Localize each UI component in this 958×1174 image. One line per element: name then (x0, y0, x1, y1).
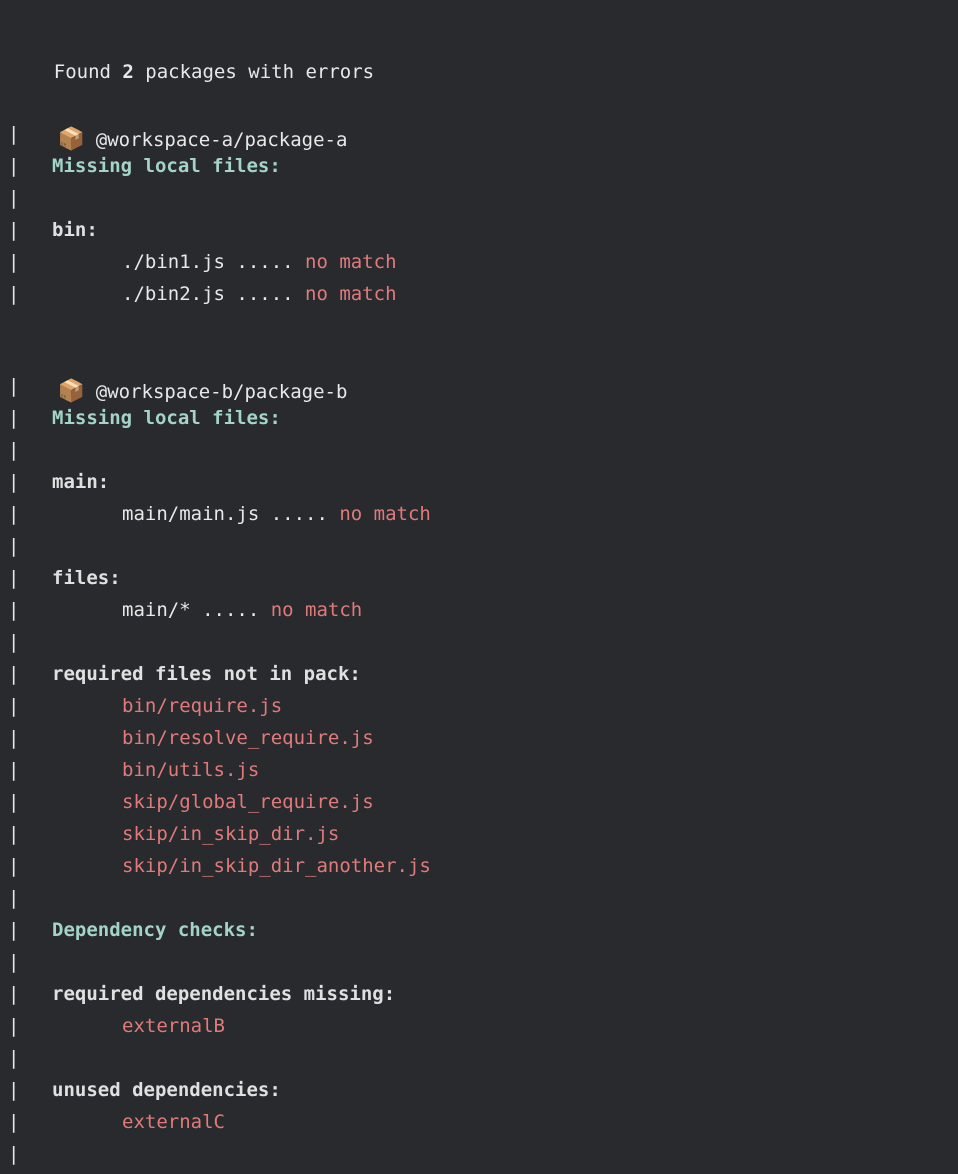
gutter-pipe: | (8, 1047, 20, 1069)
gutter-pipe: | (8, 951, 20, 973)
missing-file-item: bin/require.js (122, 695, 283, 717)
gutter-pipe: | (8, 663, 20, 685)
gutter-pipe: | (8, 791, 20, 813)
gutter-pipe: | (8, 983, 20, 1005)
gutter-line: | (0, 1042, 958, 1074)
gutter-line: | (0, 118, 958, 150)
package-header: 📦 @workspace-b/package-b (0, 328, 958, 404)
gutter-line: | (0, 434, 958, 466)
gutter-line: | (0, 182, 958, 214)
file-entry-row: | main/main.js ..... no match (0, 498, 958, 530)
gutter-pipe: | (8, 375, 20, 397)
file-entry-row: | main/* ..... no match (0, 594, 958, 626)
list-item-row: | bin/utils.js (0, 754, 958, 786)
gutter-line: | (0, 626, 958, 658)
gutter-line: | (0, 946, 958, 978)
section-heading-row: | Missing local files: (0, 150, 958, 182)
gutter-line: | (0, 1138, 958, 1170)
group-label-row: | files: (0, 562, 958, 594)
gutter-pipe: | (8, 695, 20, 717)
gutter-pipe: | (8, 283, 20, 305)
summary-line: Found 2 packages with errors (0, 24, 958, 83)
group-label: main: (52, 471, 110, 493)
gutter-line: | (0, 530, 958, 562)
gutter-pipe: | (8, 727, 20, 749)
gutter-pipe: | (8, 1079, 20, 1101)
section-heading: Missing local files: (52, 155, 281, 177)
dot-leader: ..... (224, 251, 306, 273)
list-item-row: | skip/in_skip_dir.js (0, 818, 958, 850)
gutter-pipe: | (8, 155, 20, 177)
missing-file-item: bin/resolve_require.js (122, 727, 374, 749)
gutter-pipe: | (8, 759, 20, 781)
gutter-pipe: | (8, 567, 20, 589)
gutter-line: | (0, 882, 958, 914)
group-label: files: (52, 567, 121, 589)
missing-file-item: bin/utils.js (122, 759, 260, 781)
missing-file-item: skip/in_skip_dir.js (122, 823, 340, 845)
file-entry-row: | ./bin1.js ..... no match (0, 246, 958, 278)
group-label: required dependencies missing: (52, 983, 396, 1005)
gutter-pipe: | (8, 823, 20, 845)
list-item-row: | skip/in_skip_dir_another.js (0, 850, 958, 882)
list-item-row: | externalB (0, 1010, 958, 1042)
file-path: ./bin2.js (122, 283, 225, 305)
gutter-pipe: | (8, 123, 20, 145)
file-status: no match (339, 503, 431, 525)
gutter-pipe: | (8, 503, 20, 525)
gutter-pipe: | (8, 887, 20, 909)
missing-dependency-item: externalB (122, 1015, 225, 1037)
gutter-pipe: | (8, 187, 20, 209)
file-status: no match (305, 251, 397, 273)
gutter-pipe: | (8, 1111, 20, 1133)
file-entry-row: | ./bin2.js ..... no match (0, 278, 958, 310)
group-label-row: | unused dependencies: (0, 1074, 958, 1106)
group-label: unused dependencies: (52, 1079, 281, 1101)
terminal-output: Found 2 packages with errors 📦 @workspace… (0, 0, 958, 1174)
dot-leader: ..... (224, 283, 306, 305)
dot-leader: ..... (190, 599, 271, 621)
group-label-row: | required files not in pack: (0, 658, 958, 690)
dot-leader: ..... (259, 503, 340, 525)
section-heading-row: | Dependency checks: (0, 914, 958, 946)
list-item-row: | bin/resolve_require.js (0, 722, 958, 754)
summary-prefix: Found (53, 61, 123, 83)
group-label: bin: (52, 219, 98, 241)
gutter-pipe: | (8, 535, 20, 557)
gutter-line: | (0, 370, 958, 402)
list-item-row: | externalC (0, 1106, 958, 1138)
section-heading: Dependency checks: (52, 919, 258, 941)
gutter-pipe: | (8, 631, 20, 653)
gutter-pipe: | (8, 855, 20, 877)
group-label: required files not in pack: (52, 663, 361, 685)
gutter-pipe: | (8, 919, 20, 941)
gutter-pipe: | (8, 219, 20, 241)
file-status: no match (270, 599, 363, 621)
gutter-pipe: | (8, 1143, 20, 1165)
missing-file-item: skip/global_require.js (122, 791, 374, 813)
error-package-count: 2 (122, 61, 134, 83)
gutter-pipe: | (8, 471, 20, 493)
gutter-pipe: | (8, 1015, 20, 1037)
file-path: main/main.js (122, 503, 260, 525)
gutter-pipe: | (8, 599, 20, 621)
group-label-row: | main: (0, 466, 958, 498)
group-label-row: | bin: (0, 214, 958, 246)
unused-dependency-item: externalC (122, 1111, 225, 1133)
group-label-row: | required dependencies missing: (0, 978, 958, 1010)
gutter-pipe: | (8, 439, 20, 461)
summary-suffix: packages with errors (133, 61, 375, 83)
section-heading-row: | Missing local files: (0, 402, 958, 434)
list-item-row: | skip/global_require.js (0, 786, 958, 818)
gutter-pipe: | (8, 407, 20, 429)
file-path: main/* (122, 599, 191, 621)
file-path: ./bin1.js (122, 251, 225, 273)
file-status: no match (305, 283, 397, 305)
gutter-pipe: | (8, 251, 20, 273)
list-item-row: | bin/require.js (0, 690, 958, 722)
section-heading: Missing local files: (52, 407, 281, 429)
missing-file-item: skip/in_skip_dir_another.js (122, 855, 431, 877)
